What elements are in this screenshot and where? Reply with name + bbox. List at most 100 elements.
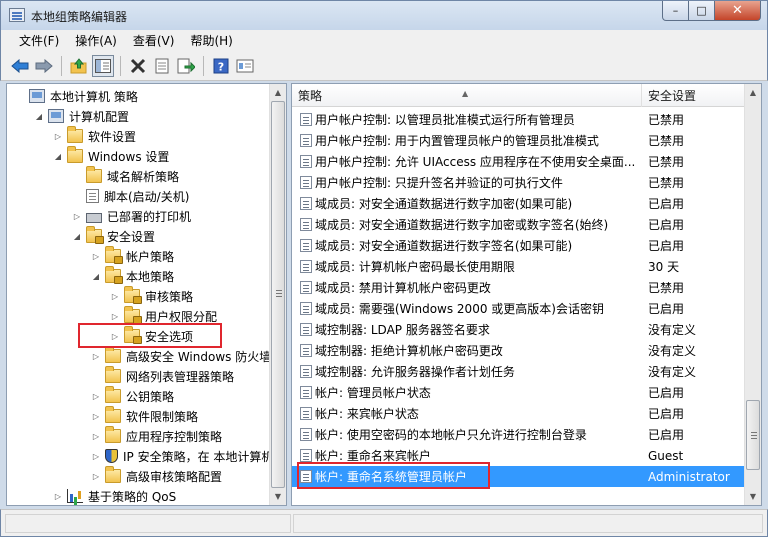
expand-arrow-icon[interactable]: ▷ (53, 131, 63, 141)
scroll-down-arrow[interactable]: ▼ (270, 488, 286, 505)
tree-node[interactable]: ▷ 已部署的打印机 (72, 206, 191, 226)
policy-name: 用户帐户控制: 以管理员批准模式运行所有管理员 (315, 113, 575, 127)
policy-row[interactable]: 帐户: 管理员帐户状态 已启用 (292, 382, 745, 403)
delete-icon[interactable] (127, 55, 149, 77)
security-folder-icon (86, 226, 104, 244)
policy-setting: 已启用 (648, 239, 685, 253)
policy-setting: 已禁用 (648, 113, 685, 127)
tree-node[interactable]: ◢ Windows 设置 (53, 146, 169, 166)
policy-row[interactable]: 用户帐户控制: 用于内置管理员帐户的管理员批准模式 已禁用 (292, 130, 745, 151)
policy-row[interactable]: 域控制器: 拒绝计算机帐户密码更改 没有定义 (292, 340, 745, 361)
scroll-up-arrow[interactable]: ▲ (745, 84, 761, 101)
minimize-button[interactable]: – (662, 1, 689, 21)
scroll-thumb[interactable] (746, 400, 760, 470)
expand-arrow-icon[interactable]: ▷ (110, 311, 120, 321)
policy-setting: 已启用 (648, 386, 685, 400)
forward-arrow-icon[interactable] (33, 55, 55, 77)
tree-node-label: 软件设置 (88, 129, 137, 144)
collapse-arrow-icon[interactable]: ◢ (34, 111, 44, 121)
policy-row[interactable]: 域成员: 计算机帐户密码最长使用期限 30 天 (292, 256, 745, 277)
show-tree-icon[interactable] (92, 55, 114, 77)
policy-setting: 没有定义 (648, 365, 697, 379)
collapse-arrow-icon[interactable]: ◢ (91, 271, 101, 281)
expand-arrow-icon[interactable]: ▷ (53, 491, 63, 501)
policy-icon (300, 113, 312, 126)
properties-icon[interactable] (151, 55, 173, 77)
sort-ascending-icon: ▲ (462, 89, 469, 98)
column-header-setting[interactable]: 安全设置 (642, 84, 745, 107)
tree-node-label: 审核策略 (145, 289, 194, 304)
policy-list[interactable]: 策略 ▲ 安全设置 用户帐户控制: 以管理员批准模式运行所有管理员 已禁用 用户帐户… (291, 83, 762, 506)
help-icon[interactable]: ? (210, 55, 232, 77)
policy-icon (300, 344, 312, 357)
up-folder-icon[interactable] (68, 55, 90, 77)
menu-view[interactable]: 查看(V) (125, 31, 183, 51)
tree-node[interactable]: ▷ 软件限制策略 (91, 406, 198, 426)
policy-row[interactable]: 域成员: 需要强(Windows 2000 或更高版本)会话密钥 已启用 (292, 298, 745, 319)
menu-help[interactable]: 帮助(H) (182, 31, 240, 51)
collapse-arrow-icon[interactable]: ◢ (72, 231, 82, 241)
scroll-thumb[interactable] (271, 101, 285, 488)
tree-node[interactable]: 脚本(启动/关机) (72, 186, 189, 206)
column-header-policy[interactable]: 策略 ▲ (292, 84, 642, 107)
expand-arrow-icon[interactable]: ▷ (91, 431, 101, 441)
tree-node[interactable]: ▷ IP 安全策略，在 本地计算机 (91, 446, 273, 466)
expand-arrow-icon[interactable]: ▷ (72, 211, 82, 221)
tree-node[interactable]: ◢ 本地策略 (91, 266, 174, 286)
list-scrollbar[interactable]: ▲ ▼ (744, 84, 761, 505)
expand-arrow-icon[interactable]: ▷ (91, 451, 101, 461)
scroll-up-arrow[interactable]: ▲ (270, 84, 286, 101)
menu-bar: 文件(F) 操作(A) 查看(V) 帮助(H) (0, 30, 768, 52)
policy-row[interactable]: 用户帐户控制: 以管理员批准模式运行所有管理员 已禁用 (292, 109, 745, 130)
expand-arrow-icon[interactable]: ▷ (91, 391, 101, 401)
expand-arrow-icon[interactable]: ▷ (91, 411, 101, 421)
menu-file[interactable]: 文件(F) (11, 31, 67, 51)
policy-name: 域成员: 需要强(Windows 2000 或更高版本)会话密钥 (315, 302, 604, 316)
tree-scrollbar[interactable]: ▲ ▼ (269, 84, 286, 505)
tree-node[interactable]: ▷ 公钥策略 (91, 386, 174, 406)
tree-node[interactable]: ▷ 审核策略 (110, 286, 193, 306)
tree-node[interactable]: ▷ 基于策略的 QoS (53, 486, 176, 505)
policy-row[interactable]: 域成员: 禁用计算机帐户密码更改 已禁用 (292, 277, 745, 298)
policy-row[interactable]: 用户帐户控制: 只提升签名并验证的可执行文件 已禁用 (292, 172, 745, 193)
tree-node[interactable]: ▷ 应用程序控制策略 (91, 426, 222, 446)
policy-row[interactable]: 域控制器: 允许服务器操作者计划任务 没有定义 (292, 361, 745, 382)
policy-row[interactable]: 域成员: 对安全通道数据进行数字加密(如果可能) 已启用 (292, 193, 745, 214)
policy-icon (300, 260, 312, 273)
console-tree[interactable]: 本地计算机 策略 ◢ 计算机配置 ▷ 软件设置 ◢ Windows 设置 域名解析策略 脚本(启… (6, 83, 287, 506)
expand-arrow-icon[interactable]: ▷ (91, 351, 101, 361)
export-list-icon[interactable] (175, 55, 197, 77)
policy-icon (300, 365, 312, 378)
collapse-arrow-icon[interactable]: ◢ (53, 151, 63, 161)
expand-arrow-icon[interactable]: ▷ (91, 251, 101, 261)
maximize-button[interactable]: □ (689, 1, 715, 21)
policy-row[interactable]: 帐户: 来宾帐户状态 已启用 (292, 403, 745, 424)
scroll-down-arrow[interactable]: ▼ (745, 488, 761, 505)
policy-icon (300, 302, 312, 315)
policy-icon (300, 449, 312, 462)
policy-row[interactable]: 用户帐户控制: 允许 UIAccess 应用程序在不使用安全桌面... 已禁用 (292, 151, 745, 172)
tree-node[interactable]: ▷ 帐户策略 (91, 246, 174, 266)
tree-node[interactable]: 本地计算机 策略 (15, 86, 138, 106)
menu-action[interactable]: 操作(A) (67, 31, 125, 51)
policy-icon (300, 155, 312, 168)
tree-node[interactable]: ▷ 软件设置 (53, 126, 136, 146)
policy-row[interactable]: 域控制器: LDAP 服务器签名要求 没有定义 (292, 319, 745, 340)
title-bar[interactable]: 本地组策略编辑器 – □ ✕ (0, 0, 768, 30)
tree-node[interactable]: ◢ 安全设置 (72, 226, 155, 246)
policy-row[interactable]: 域成员: 对安全通道数据进行数字加密或数字签名(始终) 已启用 (292, 214, 745, 235)
policy-row[interactable]: 域成员: 对安全通道数据进行数字签名(如果可能) 已启用 (292, 235, 745, 256)
policy-name: 域控制器: 允许服务器操作者计划任务 (315, 365, 515, 379)
tree-node[interactable]: 域名解析策略 (72, 166, 179, 186)
back-arrow-icon[interactable] (9, 55, 31, 77)
policy-setting: 已禁用 (648, 281, 685, 295)
view-icon[interactable] (234, 55, 256, 77)
policy-row[interactable]: 帐户: 使用空密码的本地帐户只允许进行控制台登录 已启用 (292, 424, 745, 445)
expand-arrow-icon[interactable]: ▷ (91, 471, 101, 481)
expand-arrow-icon[interactable]: ▷ (110, 291, 120, 301)
tree-node[interactable]: ▷ 高级安全 Windows 防火墙 (91, 346, 271, 366)
tree-node[interactable]: ◢ 计算机配置 (34, 106, 129, 126)
tree-node[interactable]: ▷ 高级审核策略配置 (91, 466, 222, 486)
close-button[interactable]: ✕ (715, 1, 761, 21)
tree-node[interactable]: 网络列表管理器策略 (91, 366, 234, 386)
